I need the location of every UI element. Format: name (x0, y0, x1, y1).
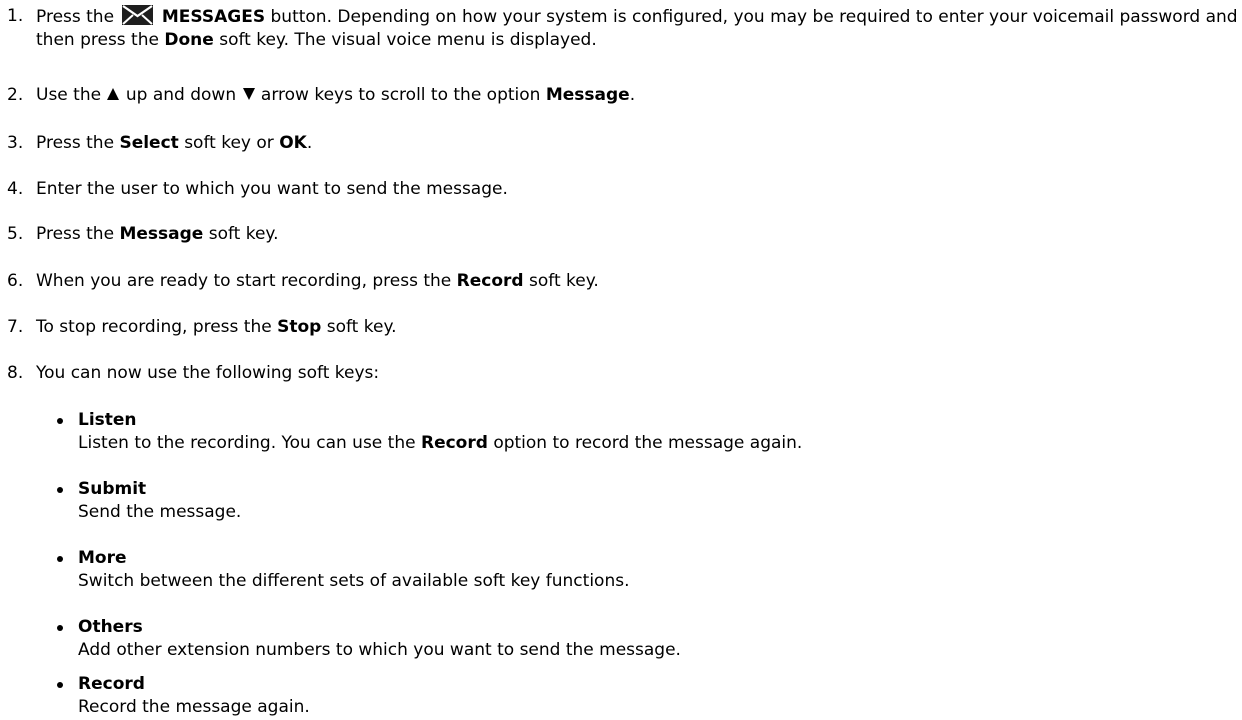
step-text: Press the Message soft key. (36, 224, 279, 244)
up-arrow-icon (107, 88, 120, 100)
step-3: 3. Press the Select soft key or OK. (7, 132, 1238, 155)
bullet-icon (57, 487, 63, 493)
step-2: 2. Use the up and down arrow keys to scr… (7, 84, 1238, 107)
soft-key-title: Listen (78, 410, 137, 430)
soft-key-title: Others (78, 617, 143, 637)
step-text: Use the up and down arrow keys to scroll… (36, 85, 636, 105)
envelope-icon (122, 5, 154, 25)
bullet-icon (57, 682, 63, 688)
bullet-icon (57, 418, 63, 424)
step-5: 5. Press the Message soft key. (7, 223, 1238, 246)
soft-key-item-submit: Submit Send the message. (57, 478, 1238, 524)
step-number: 3. (7, 133, 24, 153)
step-number: 8. (7, 363, 24, 383)
step-number: 1. (7, 6, 24, 26)
message-option-label: Message (545, 85, 630, 105)
step-text: When you are ready to start recording, p… (36, 271, 599, 291)
soft-key-description: Listen to the recording. You can use the… (78, 433, 803, 453)
message-key-label: Message (119, 224, 204, 244)
step-1: 1. Press the MESSAGES button. Depending … (7, 5, 1238, 52)
record-key-label: Record (456, 271, 524, 291)
step-6: 6. When you are ready to start recording… (7, 270, 1238, 293)
step-7: 7. To stop recording, press the Stop sof… (7, 316, 1238, 339)
soft-key-title: More (78, 548, 127, 568)
bullet-icon (57, 625, 63, 631)
step-number: 6. (7, 271, 24, 291)
soft-key-description: Send the message. (78, 502, 242, 522)
soft-key-description: Add other extension numbers to which you… (78, 640, 681, 660)
soft-key-description: Record the message again. (78, 697, 310, 717)
step-number: 4. (7, 179, 24, 199)
soft-key-title: Submit (78, 479, 147, 499)
step-8: 8. You can now use the following soft ke… (7, 362, 1238, 385)
step-4: 4. Enter the user to which you want to s… (7, 178, 1238, 201)
select-key-label: Select (119, 133, 179, 153)
ok-key-label: OK (279, 133, 307, 153)
step-text: Press the Select soft key or OK. (36, 133, 313, 153)
record-option-label: Record (420, 433, 488, 453)
step-number: 2. (7, 85, 24, 105)
stop-key-label: Stop (277, 317, 322, 337)
step-number: 7. (7, 317, 24, 337)
step-text: Press the MESSAGES button. Depending on … (36, 5, 1238, 50)
step-number: 5. (7, 224, 24, 244)
done-key-label: Done (164, 30, 214, 50)
soft-key-item-others: Others Add other extension numbers to wh… (57, 616, 1238, 662)
step-text: Enter the user to which you want to send… (36, 179, 508, 199)
down-arrow-icon (242, 88, 255, 100)
instruction-document: 1. Press the MESSAGES button. Depending … (0, 0, 1242, 720)
soft-key-description: Switch between the different sets of ava… (78, 571, 630, 591)
step-text: You can now use the following soft keys: (36, 363, 380, 383)
step-text: To stop recording, press the Stop soft k… (36, 317, 397, 337)
soft-key-item-more: More Switch between the different sets o… (57, 547, 1238, 593)
messages-key-label: MESSAGES (161, 7, 266, 27)
soft-key-title: Record (78, 674, 145, 694)
soft-key-item-record: Record Record the message again. (57, 673, 1238, 719)
bullet-icon (57, 556, 63, 562)
soft-key-item-listen: Listen Listen to the recording. You can … (57, 409, 1238, 455)
